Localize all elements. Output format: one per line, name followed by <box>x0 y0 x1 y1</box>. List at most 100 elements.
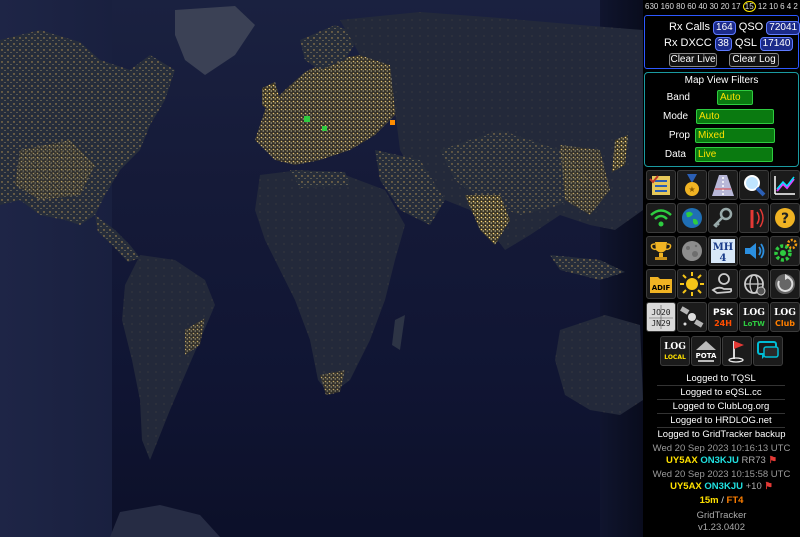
mh-label: MH <box>713 242 734 253</box>
key-icon[interactable] <box>708 203 738 233</box>
checklist-icon[interactable] <box>646 170 676 200</box>
prop-filter-label: Prop <box>668 130 690 141</box>
filters-title: Map View Filters <box>684 75 759 86</box>
greenland <box>175 6 255 75</box>
mode-filter-select[interactable]: Auto <box>696 109 774 124</box>
clear-live-button[interactable]: Clear Live <box>669 53 717 67</box>
pota-park-icon[interactable]: POTA <box>691 336 721 366</box>
decode-de-call[interactable]: ON3KJU <box>700 455 739 466</box>
prop-filter-select[interactable]: Mixed <box>695 128 775 143</box>
moon-icon[interactable] <box>677 236 707 266</box>
map-view-filters-panel: Map View Filters Band Auto Mode Auto Pro… <box>644 72 799 167</box>
log-status-tqsl: Logged to TQSL <box>657 372 785 386</box>
band-selector-bar[interactable]: 630 160 80 60 40 30 20 17 15 12 10 6 4 2 <box>643 0 800 13</box>
band-mode-separator: / <box>721 495 724 506</box>
satellite-icon[interactable] <box>677 302 707 332</box>
adif-folder-icon[interactable]: ADIF <box>646 269 676 299</box>
clublog-sub-label: Club <box>775 319 795 328</box>
log-status-clublog: Logged to ClubLog.org <box>657 400 785 414</box>
decode-line[interactable]: UY5AX ON3KJU +10 ⚑ <box>643 481 800 493</box>
search-icon[interactable] <box>739 170 769 200</box>
continents-layer <box>0 6 643 537</box>
decode-call[interactable]: UY5AX <box>670 481 702 492</box>
europe <box>255 55 400 165</box>
band-option-30[interactable]: 30 <box>709 0 718 13</box>
band-option-12[interactable]: 12 <box>758 0 767 13</box>
band-option-10[interactable]: 10 <box>769 0 778 13</box>
rx-dxcc-count: 38 <box>714 37 732 51</box>
grid-overlay-icon[interactable]: JO20JN29 <box>646 302 676 332</box>
rx-dxcc-label: Rx DXCC <box>664 37 712 49</box>
decode-call[interactable]: UY5AX <box>666 455 698 466</box>
clublog-log-label: LOG <box>774 308 796 318</box>
flag-icon: ⚑ <box>768 455 777 466</box>
pskreporter-icon[interactable]: PSK 24H <box>708 302 738 332</box>
chat-icon[interactable] <box>753 336 783 366</box>
pota-label: POTA <box>696 352 717 360</box>
data-filter-select[interactable]: Live <box>695 147 773 162</box>
speaker-icon[interactable] <box>739 236 769 266</box>
band-option-15[interactable]: 15 <box>742 1 756 12</box>
decode-line[interactable]: UY5AX ON3KJU RR73 ⚑ <box>643 455 800 467</box>
svg-text:?: ? <box>781 211 789 227</box>
band-option-2[interactable]: 2 <box>793 0 797 13</box>
settings-gear-icon[interactable] <box>770 236 800 266</box>
lotw-log-label: LOG <box>743 308 765 318</box>
award-medal-icon[interactable]: ★ <box>677 170 707 200</box>
app-name: GridTracker <box>696 510 747 521</box>
lotw-sub-label: LoTW <box>743 320 765 328</box>
rx-calls-label: Rx Calls <box>669 21 710 33</box>
decode-message: RR73 <box>741 455 766 466</box>
qsl-label: QSL <box>734 37 757 49</box>
clublog-log-icon[interactable]: LOG Club <box>770 302 800 332</box>
decode-timestamp: Wed 20 Sep 2023 10:15:58 UTC <box>652 469 791 480</box>
maidenhead-icon[interactable]: MH 4 <box>708 236 738 266</box>
road-map-icon[interactable] <box>708 170 738 200</box>
flag-icon: ⚑ <box>764 481 773 492</box>
local-log-label: LOG <box>664 342 686 352</box>
band-option-6[interactable]: 6 <box>780 0 784 13</box>
antenna-signal-icon[interactable] <box>739 203 769 233</box>
africa <box>255 170 405 395</box>
qsl-count: 17140 <box>759 37 794 51</box>
svg-text:★: ★ <box>688 185 695 194</box>
data-filter-label: Data <box>664 149 686 160</box>
help-icon[interactable]: ? <box>770 203 800 233</box>
band-option-17[interactable]: 17 <box>732 0 741 13</box>
donate-hand-icon[interactable] <box>708 269 738 299</box>
app-version: v1.23.0402 <box>697 522 745 533</box>
decode-timestamp: Wed 20 Sep 2023 10:16:13 UTC <box>652 443 791 454</box>
band-option-80[interactable]: 80 <box>676 0 685 13</box>
band-filter-select[interactable]: Auto <box>717 90 753 105</box>
sun-icon[interactable] <box>677 269 707 299</box>
clear-log-button[interactable]: Clear Log <box>729 53 779 67</box>
south-america <box>122 255 215 460</box>
band-filter-label: Band <box>666 92 690 103</box>
log-status-hrdlog: Logged to HRDLOG.net <box>657 414 785 428</box>
band-option-40[interactable]: 40 <box>698 0 707 13</box>
refresh-icon[interactable] <box>770 269 800 299</box>
band-option-4[interactable]: 4 <box>787 0 791 13</box>
trend-chart-icon[interactable] <box>770 170 800 200</box>
band-option-630[interactable]: 630 <box>645 0 658 13</box>
local-sub-label: LOCAL <box>664 354 686 361</box>
sidebar: 630 160 80 60 40 30 20 17 15 12 10 6 4 2 Rx Calls 164… <box>643 0 800 537</box>
mode-filter-label: Mode <box>662 111 688 122</box>
lotw-log-icon[interactable]: LOG LoTW <box>739 302 769 332</box>
current-band: 15m <box>699 495 719 506</box>
golf-flag-icon[interactable] <box>722 336 752 366</box>
band-option-60[interactable]: 60 <box>687 0 696 13</box>
band-option-160[interactable]: 160 <box>661 0 674 13</box>
log-status-backup: Logged to GridTracker backup <box>657 429 786 440</box>
psk-label: PSK <box>713 308 734 318</box>
local-log-icon[interactable]: LOG LOCAL <box>660 336 690 366</box>
australia <box>555 315 643 415</box>
decode-de-call[interactable]: ON3KJU <box>704 481 743 492</box>
trophy-icon[interactable] <box>646 236 676 266</box>
globe-icon[interactable] <box>677 203 707 233</box>
web-globe-icon[interactable] <box>739 269 769 299</box>
qso-count: 72041 <box>766 21 800 35</box>
band-option-20[interactable]: 20 <box>721 0 730 13</box>
wifi-icon[interactable] <box>646 203 676 233</box>
world-map[interactable] <box>0 0 643 537</box>
